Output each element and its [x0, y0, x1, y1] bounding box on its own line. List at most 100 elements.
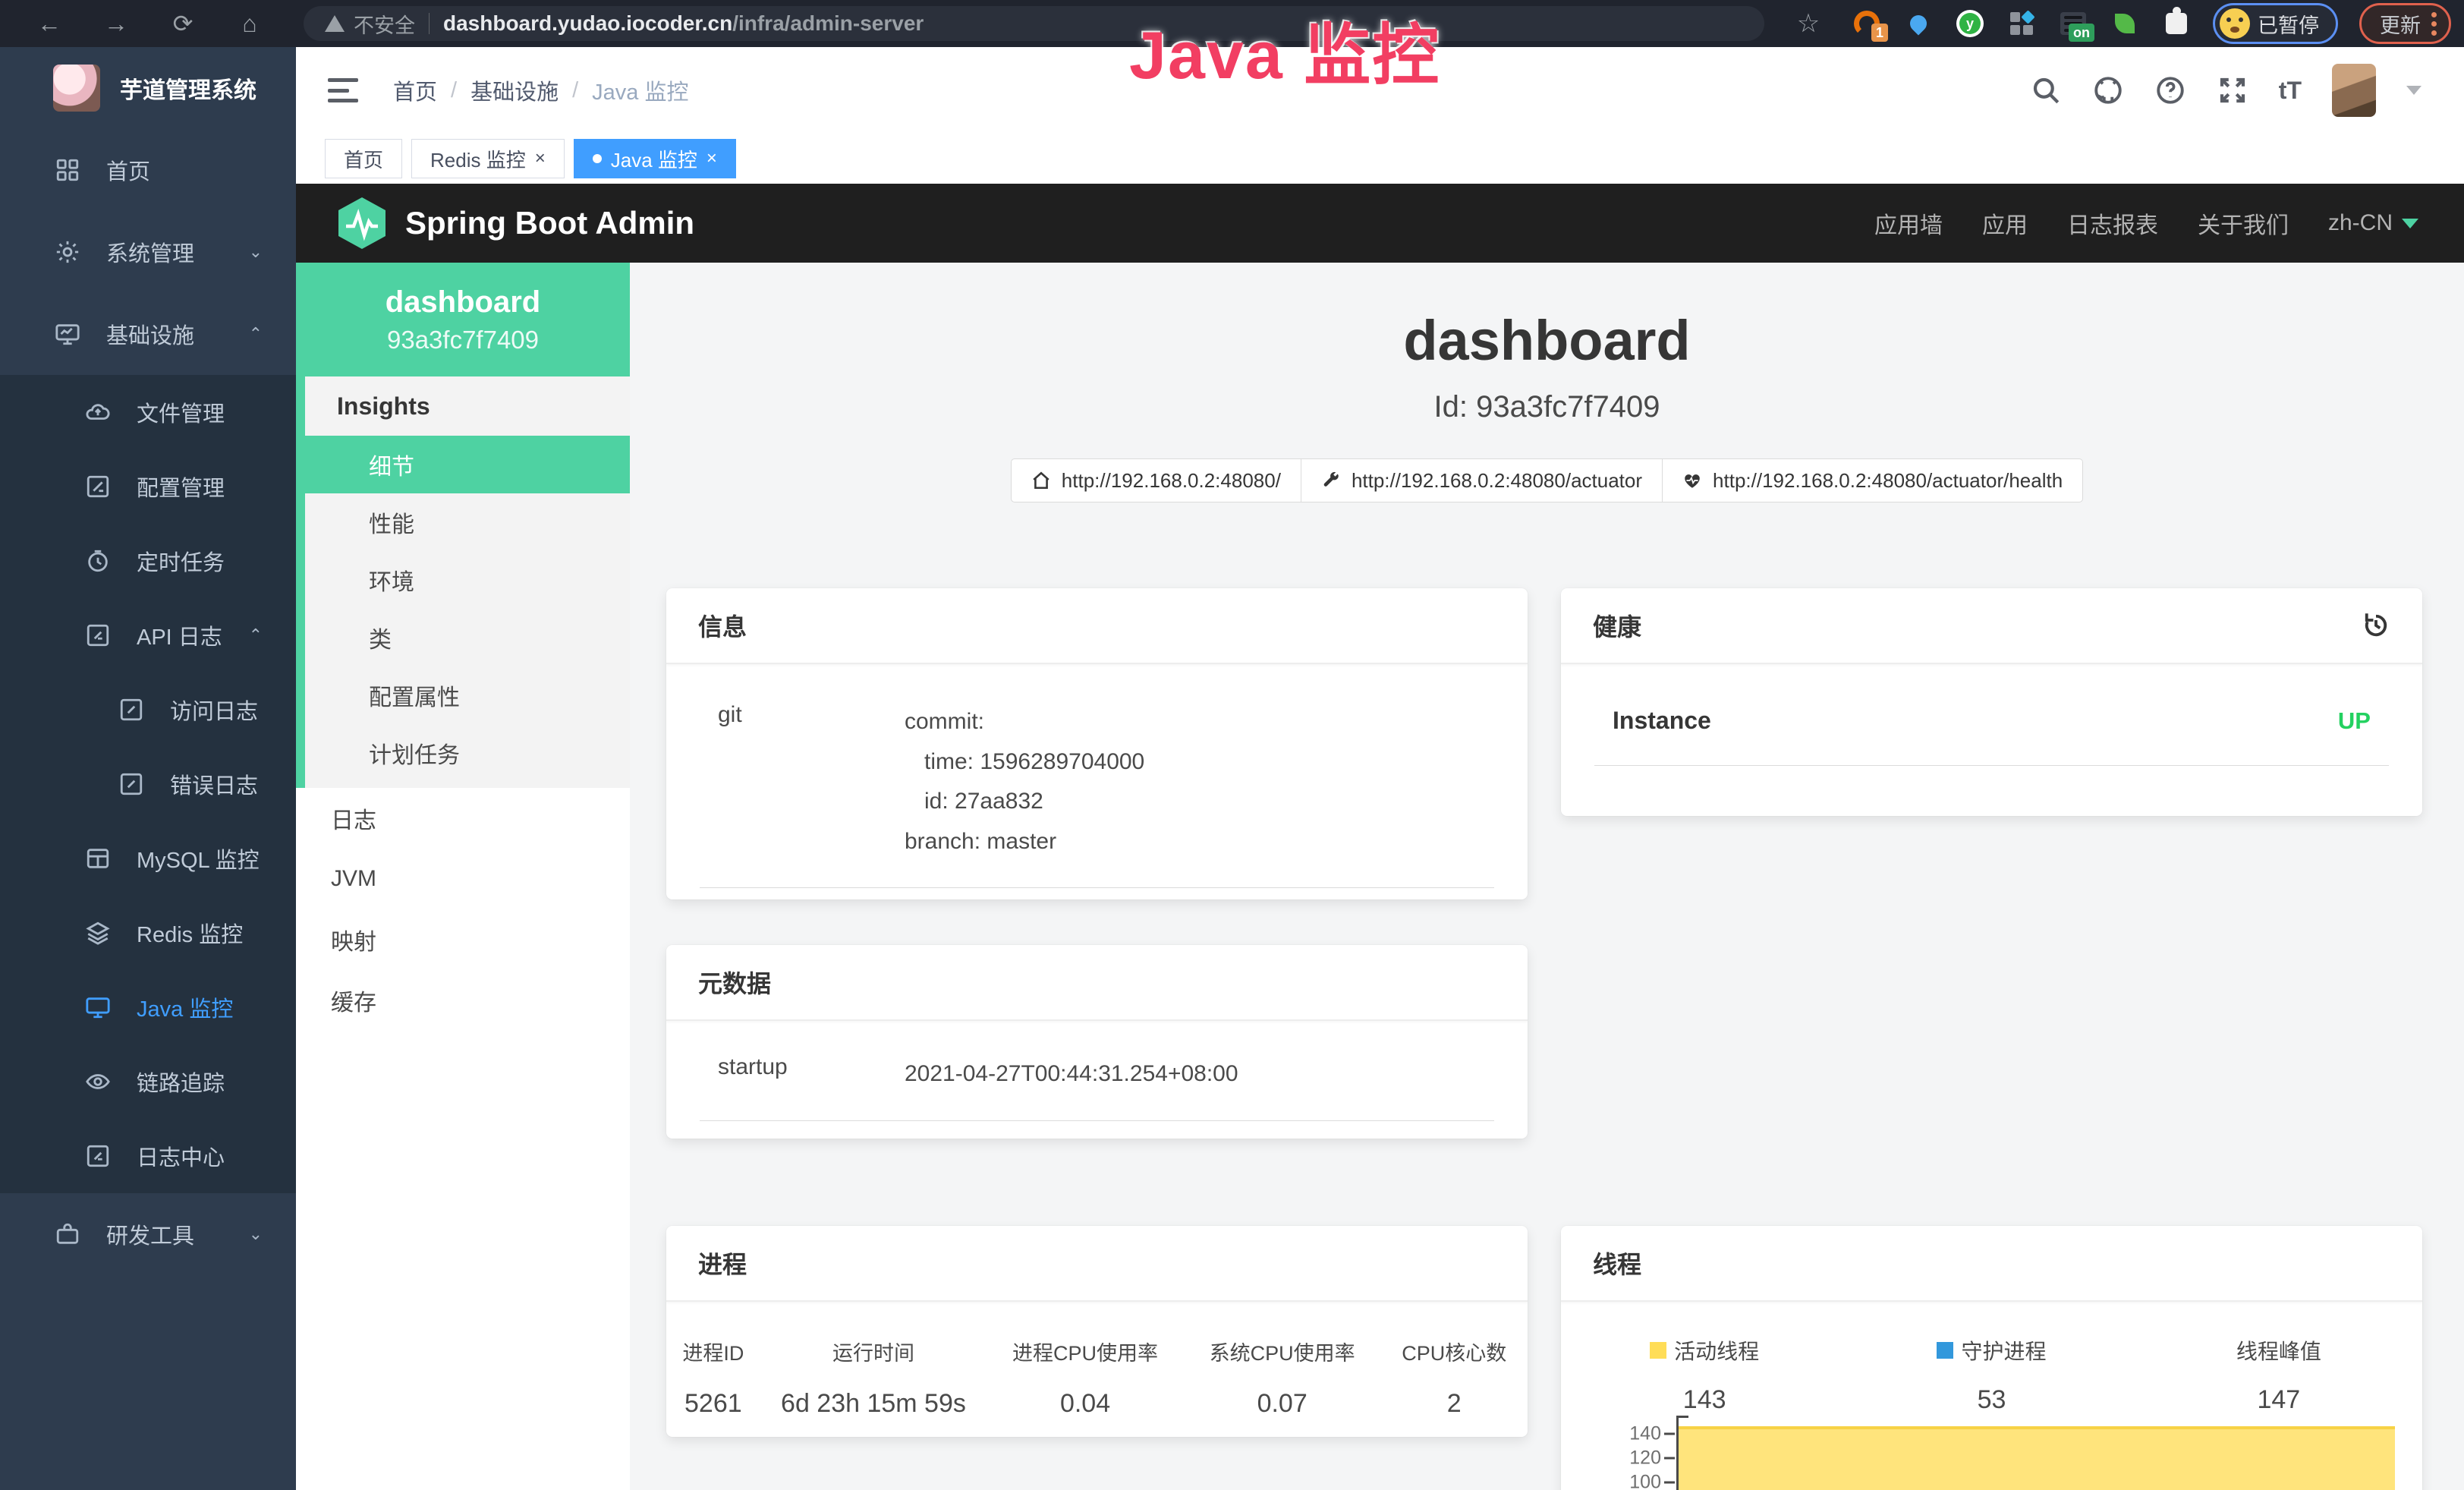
- breadcrumb-separator: /: [451, 78, 457, 103]
- breadcrumb-home[interactable]: 首页: [393, 74, 437, 106]
- live-threads-value: 143: [1683, 1385, 1726, 1415]
- instance-nav-jvm[interactable]: JVM: [296, 849, 630, 909]
- address-bar[interactable]: 不安全 dashboard.yudao.iocoder.cn/infra/adm…: [304, 6, 1764, 41]
- process-card: 进程 进程ID 运行时间 进程CPU使用率 系统CPU使用率 CPU核心数 52…: [666, 1226, 1528, 1437]
- browser-reload-icon[interactable]: ⟳: [165, 6, 200, 41]
- sidebar-item-infra[interactable]: 基础设施 ⌃: [0, 293, 296, 375]
- breadcrumb-infra[interactable]: 基础设施: [470, 74, 559, 106]
- browser-update-button[interactable]: 更新: [2359, 3, 2451, 44]
- browser-profile-paused-button[interactable]: 已暂停: [2213, 3, 2338, 44]
- sidebar-item-home[interactable]: 首页: [0, 129, 296, 211]
- sidebar-item-file-manage[interactable]: 文件管理: [0, 375, 296, 449]
- sba-brand[interactable]: Spring Boot Admin: [338, 197, 694, 249]
- extension-puzzle-icon[interactable]: [2161, 8, 2192, 39]
- sba-navbar: Spring Boot Admin 应用墙 应用 日志报表 关于我们 zh-CN: [296, 184, 2464, 263]
- extension-grid-icon[interactable]: [2006, 8, 2037, 39]
- sidebar-item-trace[interactable]: 链路追踪: [0, 1044, 296, 1119]
- instance-nav-metrics[interactable]: 性能: [305, 493, 630, 551]
- app-logo-row[interactable]: 芋道管理系统: [0, 47, 296, 129]
- avatar-caret-icon[interactable]: [2406, 86, 2422, 95]
- chart-tickmark: [1664, 1457, 1675, 1460]
- chevron-up-icon: ⌃: [249, 625, 263, 645]
- sba-nav-journal[interactable]: 日志报表: [2067, 206, 2158, 240]
- endpoint-actuator-button[interactable]: http://192.168.0.2:48080/actuator: [1301, 458, 1663, 502]
- user-avatar[interactable]: [2332, 64, 2376, 117]
- tab-home[interactable]: 首页: [325, 139, 402, 178]
- instance-nav-classes[interactable]: 类: [305, 609, 630, 666]
- extension-green-circle-icon[interactable]: y: [1955, 8, 1985, 39]
- sidebar-item-label: 文件管理: [137, 396, 225, 428]
- help-icon[interactable]: [2154, 74, 2186, 106]
- app-title: 芋道管理系统: [120, 71, 256, 105]
- sba-nav-wallboard[interactable]: 应用墙: [1874, 206, 1943, 240]
- dashboard-icon: [55, 157, 80, 183]
- instance-nav-caches[interactable]: 缓存: [296, 970, 630, 1031]
- instance-name: dashboard: [385, 285, 540, 320]
- instance-nav-config-props[interactable]: 配置属性: [305, 666, 630, 724]
- sidebar-item-api-log[interactable]: API 日志 ⌃: [0, 598, 296, 673]
- tab-redis-monitor[interactable]: Redis 监控 ×: [411, 139, 565, 178]
- table-grid-icon: [85, 846, 111, 871]
- browser-back-icon[interactable]: ←: [32, 6, 67, 41]
- extension-list-icon[interactable]: on: [2058, 8, 2088, 39]
- browser-home-icon[interactable]: ⌂: [232, 6, 267, 41]
- github-icon[interactable]: [2092, 74, 2124, 106]
- sidebar-item-access-log[interactable]: 访问日志: [0, 673, 296, 747]
- not-secure-warning-icon: [325, 15, 345, 32]
- sidebar-item-log-center[interactable]: 日志中心: [0, 1119, 296, 1193]
- legend-label: 线程峰值: [2236, 1335, 2321, 1366]
- admin-sidebar: 芋道管理系统 首页 系统管理 ⌄ 基础设施 ⌃: [0, 47, 296, 1490]
- sidebar-item-label: Java 监控: [137, 991, 233, 1023]
- search-icon[interactable]: [2030, 74, 2062, 106]
- endpoint-home-button[interactable]: http://192.168.0.2:48080/: [1011, 458, 1301, 502]
- sidebar-item-error-log[interactable]: 错误日志: [0, 747, 296, 821]
- extension-orange-icon[interactable]: 1: [1852, 8, 1882, 39]
- sba-locale-label: zh-CN: [2328, 210, 2393, 236]
- legend-label: 守护进程: [1961, 1335, 2046, 1366]
- instance-nav-details[interactable]: 细节: [296, 436, 630, 493]
- tab-close-icon[interactable]: ×: [706, 148, 717, 169]
- tab-close-icon[interactable]: ×: [535, 148, 546, 169]
- instance-nav-logs[interactable]: 日志: [296, 788, 630, 849]
- extension-pin-icon[interactable]: [1903, 8, 1934, 39]
- font-size-icon[interactable]: tT: [2279, 77, 2302, 105]
- browser-menu-icon: [2431, 12, 2437, 36]
- process-card-title: 进程: [698, 1246, 747, 1281]
- info-row-label: git: [700, 702, 905, 862]
- sba-nav-about[interactable]: 关于我们: [2198, 206, 2289, 240]
- chevron-up-icon: ⌃: [249, 324, 263, 344]
- sidebar-item-scheduled-jobs[interactable]: 定时任务: [0, 524, 296, 598]
- sidebar-item-config-manage[interactable]: 配置管理: [0, 449, 296, 524]
- instance-title: dashboard: [630, 308, 2464, 373]
- instance-header[interactable]: dashboard 93a3fc7f7409: [296, 263, 630, 376]
- sidebar-item-label: 首页: [106, 154, 150, 186]
- gear-icon: [55, 239, 80, 265]
- extension-sprout-icon[interactable]: [2110, 8, 2140, 39]
- clock-task-icon: [85, 548, 111, 574]
- sidebar-item-label: 访问日志: [170, 694, 258, 726]
- sidebar-item-system[interactable]: 系统管理 ⌄: [0, 211, 296, 293]
- tab-label: Redis 监控: [430, 145, 526, 173]
- info-card: 信息 git commit: time: 1596289704000 id: 2…: [666, 588, 1528, 899]
- sba-nav-applications[interactable]: 应用: [1982, 206, 2028, 240]
- browser-forward-icon[interactable]: →: [99, 6, 134, 41]
- sidebar-item-java-monitor[interactable]: Java 监控: [0, 970, 296, 1044]
- sba-locale-select[interactable]: zh-CN: [2328, 210, 2418, 236]
- sidebar-item-dev-tools[interactable]: 研发工具 ⌄: [0, 1193, 296, 1275]
- sidebar-collapse-icon[interactable]: [328, 78, 358, 102]
- process-cores-value: 2: [1380, 1366, 1528, 1419]
- tab-java-monitor[interactable]: Java 监控 ×: [574, 139, 736, 178]
- sba-nav-links: 应用墙 应用 日志报表 关于我们 zh-CN: [1874, 206, 2418, 240]
- instance-nav-scheduled-tasks[interactable]: 计划任务: [305, 724, 630, 782]
- sidebar-item-mysql-monitor[interactable]: MySQL 监控: [0, 821, 296, 896]
- history-icon[interactable]: [2360, 610, 2392, 641]
- fullscreen-icon[interactable]: [2217, 74, 2248, 106]
- update-label: 更新: [2380, 9, 2421, 39]
- sidebar-item-redis-monitor[interactable]: Redis 监控: [0, 896, 296, 970]
- breadcrumb: 首页 / 基础设施 / Java 监控: [393, 74, 688, 106]
- sidebar-item-label: 配置管理: [137, 471, 225, 502]
- instance-nav-mappings[interactable]: 映射: [296, 909, 630, 970]
- endpoint-health-button[interactable]: http://192.168.0.2:48080/actuator/health: [1663, 458, 2083, 502]
- instance-nav-environment[interactable]: 环境: [305, 551, 630, 609]
- bookmark-star-icon[interactable]: ☆: [1791, 6, 1826, 41]
